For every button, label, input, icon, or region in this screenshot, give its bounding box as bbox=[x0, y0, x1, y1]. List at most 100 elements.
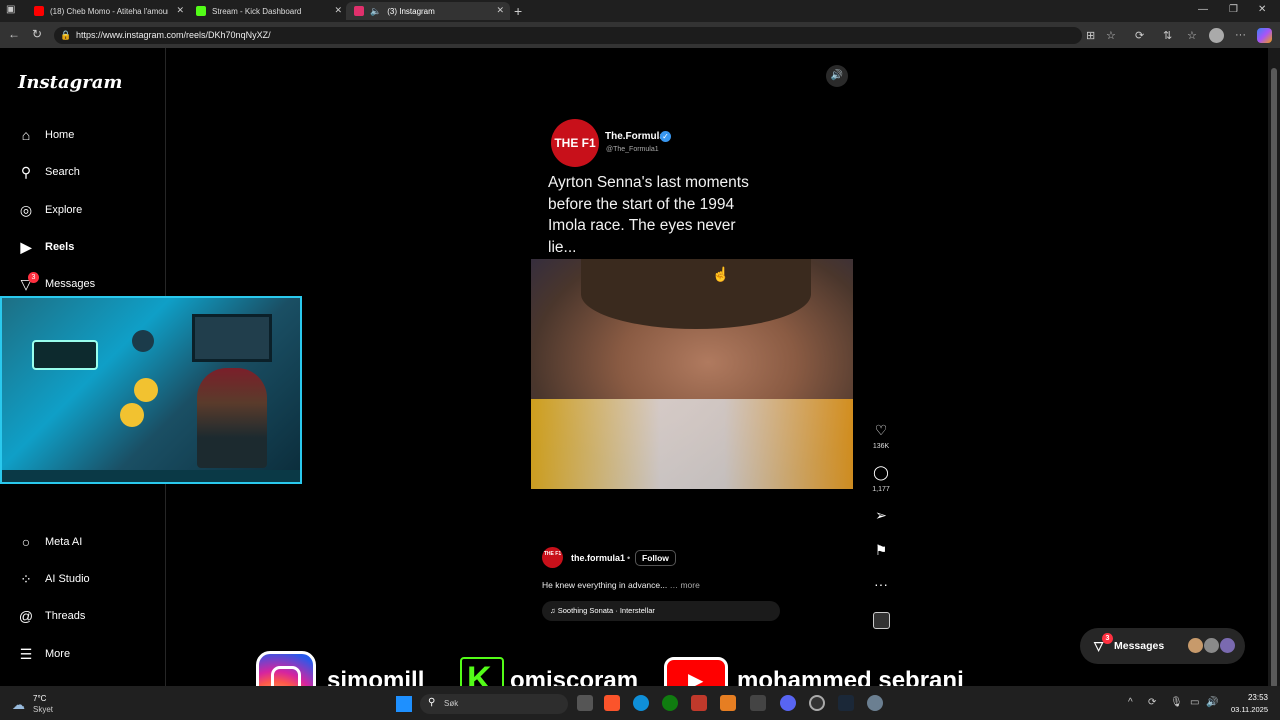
messages-widget[interactable]: ▽ 3 Messages bbox=[1080, 628, 1245, 664]
weather-desc: Skyet bbox=[33, 705, 54, 714]
windows-start-icon[interactable] bbox=[396, 696, 412, 712]
app-icon[interactable] bbox=[720, 695, 736, 711]
tab-youtube[interactable]: (18) Cheb Momo - Atiteha l'amour ✕ bbox=[26, 2, 190, 20]
speaker-icon[interactable]: 🔈 bbox=[370, 6, 381, 17]
volume-icon[interactable]: 🔊 bbox=[1206, 697, 1218, 708]
tab-kick[interactable]: Stream - Kick Dashboard ✕ bbox=[188, 2, 348, 20]
sidebar-item-ai-studio[interactable]: ⁘ AI Studio bbox=[18, 567, 90, 591]
refresh-button[interactable]: ↻ bbox=[32, 27, 42, 41]
comment-count: 1,177 bbox=[872, 486, 890, 493]
reel-video[interactable] bbox=[531, 259, 853, 489]
author-avatar[interactable]: THE F1 bbox=[542, 547, 563, 568]
favorites-icon[interactable]: ☆ bbox=[1187, 29, 1197, 42]
messages-icon: ▽ 3 bbox=[18, 272, 39, 292]
sidebar-item-meta-ai[interactable]: ○ Meta AI bbox=[18, 530, 83, 554]
close-tab-icon[interactable]: ✕ bbox=[496, 5, 504, 16]
close-tab-icon[interactable]: ✕ bbox=[176, 5, 184, 16]
author-username[interactable]: the.formula1 bbox=[571, 553, 625, 563]
caption-text: He knew everything in advance... bbox=[542, 580, 668, 590]
video-frame-detail bbox=[531, 399, 853, 489]
favorite-star-icon[interactable]: ☆ bbox=[1106, 29, 1116, 42]
search-icon: ⚲ bbox=[20, 163, 32, 180]
sidebar-item-label: Reels bbox=[45, 241, 75, 253]
save-button[interactable]: ⚑ bbox=[868, 542, 894, 559]
maximize-button[interactable]: ❐ bbox=[1229, 4, 1238, 15]
taskbar-search-field[interactable]: Søk bbox=[420, 694, 568, 714]
account-avatar[interactable]: THE F1 bbox=[551, 119, 599, 167]
sidebar-item-reels[interactable]: ▶ Reels bbox=[18, 235, 75, 259]
home-icon: ⌂ bbox=[21, 127, 31, 143]
sidebar-item-explore[interactable]: ◎ Explore bbox=[18, 198, 82, 222]
more-label: more bbox=[680, 580, 700, 590]
sound-toggle-button[interactable]: 🔊 bbox=[826, 65, 848, 87]
cursor-icon: ☝ bbox=[712, 266, 730, 282]
back-button[interactable]: ← bbox=[8, 27, 20, 41]
compass-icon: ◎ bbox=[19, 201, 33, 218]
steam-icon[interactable] bbox=[838, 695, 854, 711]
scrollbar[interactable] bbox=[1268, 48, 1280, 688]
brave-icon[interactable] bbox=[604, 695, 620, 711]
reel-caption: He knew everything in advance... … more bbox=[542, 580, 700, 590]
profile-avatar[interactable] bbox=[1209, 28, 1224, 43]
meta-ai-icon: ○ bbox=[21, 534, 31, 550]
share-button[interactable]: ➢ bbox=[868, 507, 894, 524]
sidebar-item-threads[interactable]: @ Threads bbox=[18, 604, 85, 628]
notification-badge: 3 bbox=[1102, 633, 1113, 644]
sync-icon[interactable]: ⟳ bbox=[1148, 697, 1156, 708]
apps-icon[interactable]: ⊞ bbox=[1086, 29, 1095, 42]
instagram-logo[interactable]: Instagram bbox=[18, 72, 122, 93]
app-icon[interactable] bbox=[691, 695, 707, 711]
tray-chevron-icon[interactable]: ^ bbox=[1128, 697, 1133, 708]
music-title: Soothing Sonata · Interstellar bbox=[557, 606, 655, 615]
verified-badge-icon: ✓ bbox=[660, 131, 671, 142]
sidebar-item-home[interactable]: ⌂ Home bbox=[18, 123, 75, 147]
instagram-icon bbox=[354, 6, 364, 16]
video-frame-detail bbox=[581, 259, 811, 329]
sidebar-item-label: Meta AI bbox=[45, 536, 83, 548]
sidebar-item-search[interactable]: ⚲ Search bbox=[18, 160, 80, 184]
minimize-button[interactable]: — bbox=[1198, 4, 1208, 15]
scrollbar-thumb[interactable] bbox=[1271, 68, 1277, 688]
more-options-button[interactable]: ··· bbox=[868, 576, 894, 592]
sidebar-item-messages[interactable]: ▽ 3 Messages bbox=[18, 272, 95, 296]
settings-menu-icon[interactable]: ··· bbox=[1235, 29, 1246, 41]
app-icon[interactable] bbox=[750, 695, 766, 711]
edge-icon[interactable] bbox=[633, 695, 649, 711]
xbox-icon[interactable] bbox=[662, 695, 678, 711]
separator-dot: • bbox=[627, 553, 631, 563]
extensions-icon[interactable]: ⟳ bbox=[1135, 29, 1144, 42]
reel-headline: Ayrton Senna's last moments before the s… bbox=[548, 174, 749, 256]
tab-actions-icon[interactable]: ▣ bbox=[6, 4, 15, 15]
like-button[interactable]: ♡ bbox=[868, 422, 894, 439]
split-screen-icon[interactable]: ⇅ bbox=[1163, 29, 1172, 42]
sidebar-item-more[interactable]: ☰ More bbox=[18, 642, 70, 666]
messages-label: Messages bbox=[1114, 640, 1165, 652]
new-tab-button[interactable]: + bbox=[514, 3, 522, 19]
weather-cloud-icon: ☁ bbox=[12, 697, 25, 712]
threads-icon: @ bbox=[18, 608, 34, 624]
reels-icon: ▶ bbox=[20, 238, 32, 255]
audio-thumbnail[interactable] bbox=[873, 612, 890, 629]
caption-more-link[interactable]: … more bbox=[670, 580, 700, 590]
close-window-button[interactable]: ✕ bbox=[1258, 4, 1266, 15]
app-icon[interactable] bbox=[809, 695, 825, 711]
microphone-icon[interactable]: 🎙 bbox=[1170, 697, 1183, 708]
close-tab-icon[interactable]: ✕ bbox=[334, 5, 342, 16]
weather-temp: 7°C bbox=[33, 694, 47, 703]
settings-icon[interactable] bbox=[867, 695, 883, 711]
sidebar-item-label: Search bbox=[45, 166, 80, 178]
task-view-icon[interactable] bbox=[577, 695, 593, 711]
follow-button[interactable]: Follow bbox=[635, 550, 676, 566]
network-icon[interactable]: ▭ bbox=[1190, 697, 1199, 708]
tab-instagram[interactable]: 🔈 (3) Instagram ✕ bbox=[346, 2, 510, 20]
emoji-pillow bbox=[120, 403, 144, 427]
ai-studio-icon: ⁘ bbox=[20, 570, 32, 587]
clock-time[interactable]: 23:53 bbox=[1228, 693, 1268, 702]
comment-button[interactable]: ◯ bbox=[868, 464, 894, 481]
url-field[interactable]: https://www.instagram.com/reels/DKh70nqN… bbox=[54, 27, 1082, 44]
music-bar[interactable]: ♫ Soothing Sonata · Interstellar bbox=[542, 601, 780, 621]
copilot-icon[interactable] bbox=[1257, 28, 1272, 43]
youtube-icon bbox=[34, 6, 44, 16]
discord-icon[interactable] bbox=[780, 695, 796, 711]
clock-date[interactable]: 03.11.2025 bbox=[1222, 705, 1268, 714]
